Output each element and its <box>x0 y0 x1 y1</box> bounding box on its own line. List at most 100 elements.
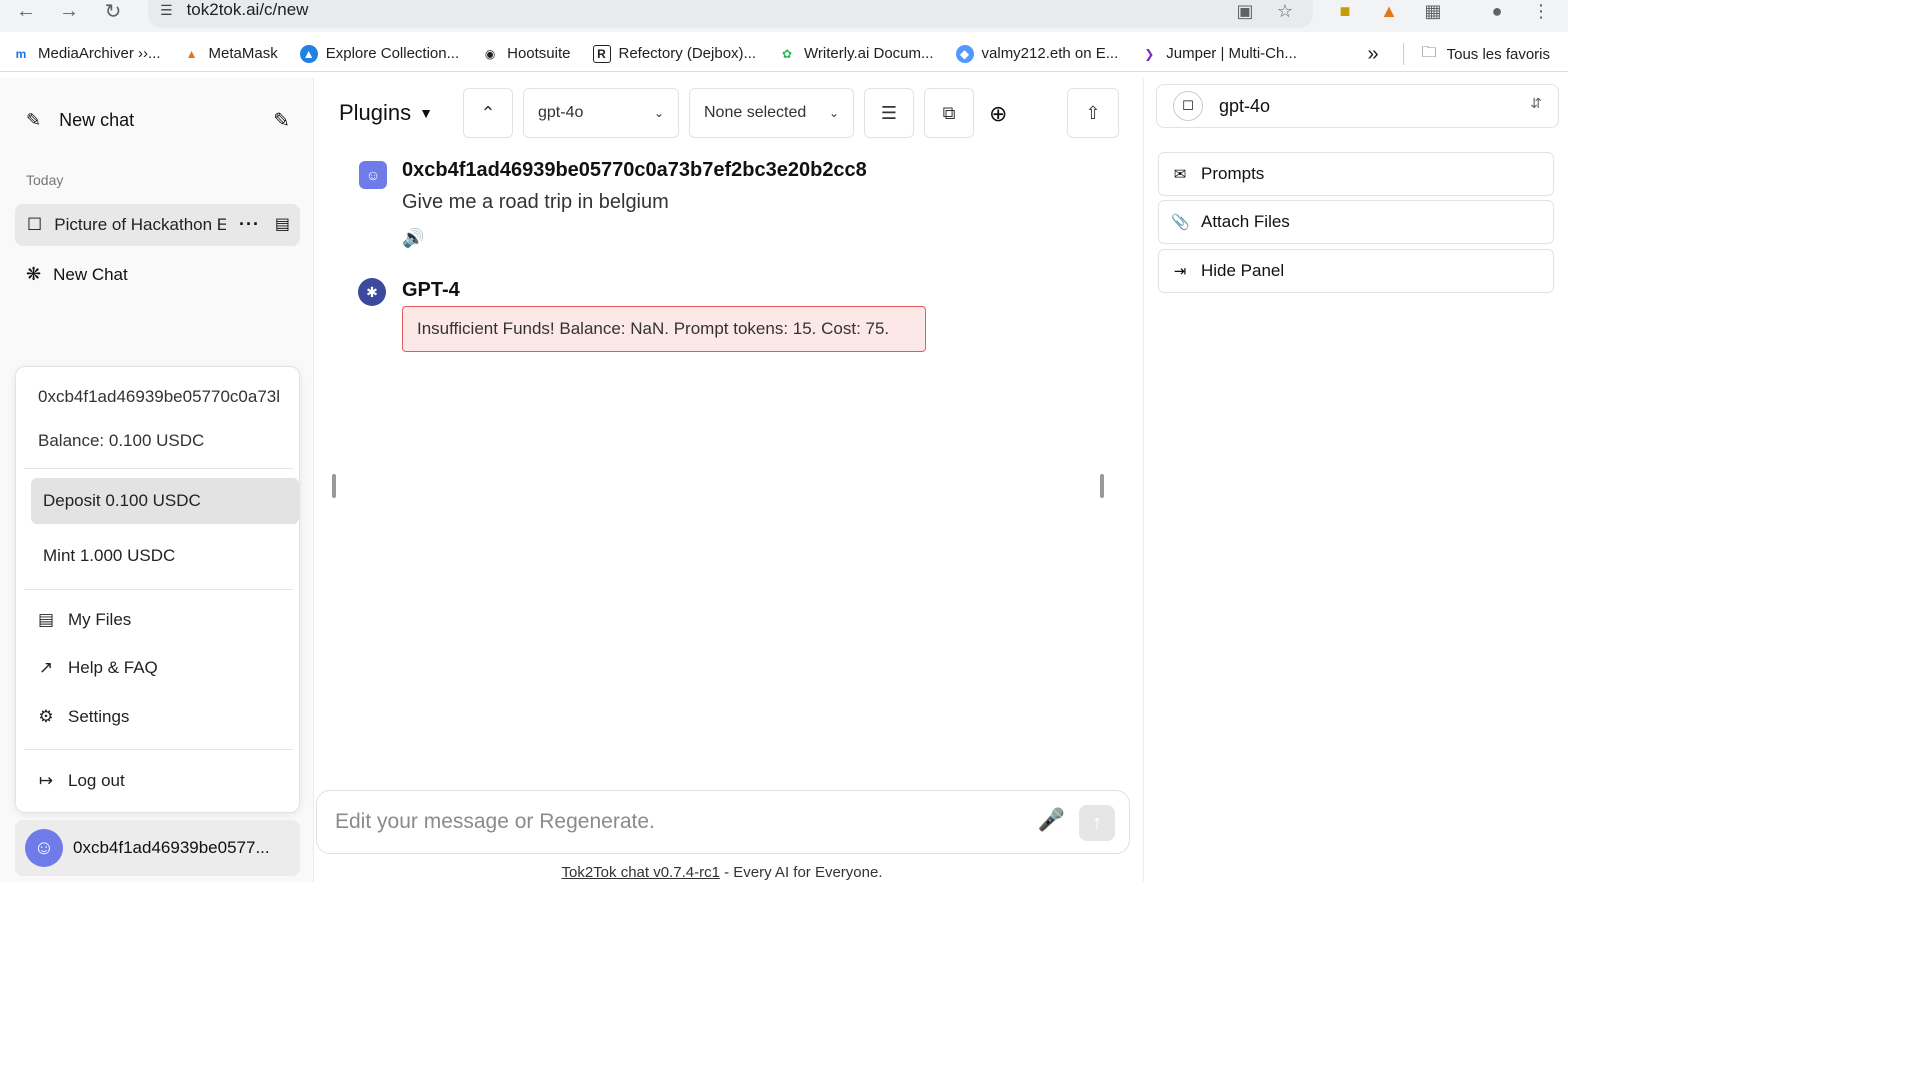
prompts-button[interactable]: ✉ Prompts <box>1158 152 1554 196</box>
bookmark-label: Hootsuite <box>507 45 571 62</box>
more-options-icon[interactable]: ··· <box>239 214 260 235</box>
metamask-icon: ▲ <box>185 46 198 61</box>
writerly-icon: ✿ <box>782 46 793 61</box>
message-square-icon: ✉ <box>1173 166 1187 183</box>
mediaarchiver-icon: m <box>15 46 27 61</box>
extensions-puzzle-icon[interactable]: ▦ <box>1420 0 1446 22</box>
divider <box>24 468 293 469</box>
bookmarks-bar: m MediaArchiver ››... ▲ MetaMask ▲ Explore … <box>0 36 1568 72</box>
bookmark-item[interactable]: ▲ MetaMask <box>183 45 278 63</box>
chat-main: Plugins ▼ ⌃ gpt-4o ⌄ None selected ⌄ ☰ ⧉… <box>315 78 1143 882</box>
bookmark-label: MediaArchiver ››... <box>38 45 161 62</box>
deposit-button[interactable]: Deposit 0.100 USDC <box>31 478 299 524</box>
divider <box>1402 43 1404 65</box>
chevron-down-icon: ⌄ <box>653 106 664 120</box>
metamask-extension-icon[interactable]: ▲ <box>1376 0 1402 22</box>
model-name: gpt-4o <box>1219 95 1271 116</box>
settings-menu-item[interactable]: ⚙ Settings <box>24 694 292 740</box>
hootsuite-icon: ◉ <box>484 46 496 61</box>
bookmark-label: Refectory (Dejbox)... <box>618 45 757 62</box>
file-icon: ▤ <box>37 610 55 629</box>
error-text: Insufficient Funds! Balance: NaN. Prompt… <box>417 319 890 338</box>
edit-icon[interactable]: ✎ <box>273 108 290 133</box>
help-menu-item[interactable]: ↗ Help & FAQ <box>24 645 292 691</box>
chevron-up-icon: ⌃ <box>480 102 496 123</box>
model-select[interactable]: gpt-4o ⌄ <box>523 88 679 138</box>
bookmark-item[interactable]: ◆ valmy212.eth on E... <box>955 44 1119 63</box>
mint-label: Mint 1.000 USDC <box>43 546 176 565</box>
bookmark-item[interactable]: ❯ Jumper | Multi-Ch... <box>1140 45 1297 63</box>
extension-icon[interactable]: ■ <box>1332 0 1358 22</box>
bookmark-label: Explore Collection... <box>325 45 460 62</box>
message-author: GPT-4 <box>402 279 460 301</box>
account-menu: 0xcb4f1ad46939be05770c0a73l Balance: 0.1… <box>15 366 300 813</box>
more-bookmarks-icon[interactable]: » <box>1367 43 1378 66</box>
bookmark-item[interactable]: ▲ Explore Collection... <box>299 44 460 63</box>
attach-files-button[interactable]: 📎 Attach Files <box>1158 200 1554 244</box>
install-app-icon[interactable]: ▣ <box>1232 0 1258 22</box>
bookmark-label: valmy212.eth on E... <box>981 45 1119 62</box>
url-text: tok2tok.ai/c/new <box>186 0 309 19</box>
hide-panel-button[interactable]: ⇥ Hide Panel <box>1158 249 1554 293</box>
export-button[interactable]: ⇧ <box>1067 88 1119 138</box>
reload-icon[interactable]: ↻ <box>101 0 125 23</box>
sliders-icon: ☰ <box>880 102 898 123</box>
add-circle-icon[interactable]: ⊕ <box>989 101 1007 127</box>
collapse-button[interactable]: ⌃ <box>463 88 513 138</box>
microphone-icon[interactable]: 🎤 <box>1038 807 1065 833</box>
plugin-avatar-icon: ✱ <box>358 278 386 306</box>
user-account-button[interactable]: ☺ 0xcb4f1ad46939be0577... <box>15 820 300 876</box>
bookmark-label: Writerly.ai Docum... <box>804 45 934 62</box>
back-icon[interactable]: ← <box>14 0 38 22</box>
external-link-icon: ↗ <box>38 658 54 677</box>
logout-menu-item[interactable]: ↦ Log out <box>24 758 292 804</box>
menu-item-label: Settings <box>68 707 130 726</box>
plugins-dropdown[interactable]: Plugins ▼ <box>339 100 433 126</box>
presets-button[interactable]: ⧉ <box>924 88 974 138</box>
model-selector[interactable]: ☐ gpt-4o ⇵ <box>1156 84 1559 128</box>
plugins-select-value: None selected <box>704 104 807 121</box>
message-text: Give me a road trip in belgium <box>402 191 669 213</box>
settings-sliders-button[interactable]: ☰ <box>864 88 914 138</box>
deposit-label: Deposit 0.100 USDC <box>43 491 201 510</box>
bookmark-item[interactable]: ◉ Hootsuite <box>481 45 571 63</box>
right-panel: ☐ gpt-4o ⇵ ✉ Prompts 📎 Attach Files ⇥ Hi… <box>1143 78 1568 882</box>
share-icon: ⇧ <box>1085 102 1101 123</box>
user-address: 0xcb4f1ad46939be0577... <box>73 838 270 857</box>
bookmark-star-icon[interactable]: ☆ <box>1272 0 1298 22</box>
ens-icon: ◆ <box>955 44 974 63</box>
profile-avatar-icon[interactable]: ● <box>1484 0 1510 22</box>
footer-tagline: - Every AI for Everyone. <box>719 864 883 881</box>
browser-menu-icon[interactable]: ⋮ <box>1528 0 1554 22</box>
send-button[interactable]: ↑ <box>1079 805 1115 841</box>
openai-icon: ❋ <box>26 264 42 284</box>
my-files-menu-item[interactable]: ▤ My Files <box>24 597 292 643</box>
chevron-down-icon: ▼ <box>419 105 434 121</box>
message-input[interactable]: Edit your message or Regenerate. 🎤 ↑ <box>316 790 1130 854</box>
plugins-select[interactable]: None selected ⌄ <box>689 88 854 138</box>
chat-bubble-icon: ✎ <box>26 109 42 130</box>
speaker-icon[interactable]: 🔊 <box>402 228 424 249</box>
wallet-balance: Balance: 0.100 USDC <box>38 431 205 450</box>
resize-handle[interactable] <box>332 474 336 498</box>
mint-button[interactable]: Mint 1.000 USDC <box>31 533 299 579</box>
version-link[interactable]: Tok2Tok chat v0.7.4-rc1 <box>562 864 720 881</box>
archive-icon[interactable]: ▤ <box>275 214 290 234</box>
bookmark-item[interactable]: R Refectory (Dejbox)... <box>592 44 757 63</box>
browser-toolbar: ← → ↻ ☰ tok2tok.ai/c/new ▣ ☆ ■ ▲ ▦ ● ⋮ <box>0 0 1568 32</box>
chat-bubble-icon: ☐ <box>27 215 43 234</box>
divider <box>24 589 293 590</box>
new-chat-button[interactable]: ✎ New chat ✎ <box>14 94 300 146</box>
conversation-title: Picture of Hackathon E <box>54 215 227 234</box>
all-bookmarks-link[interactable]: Tous les favoris <box>1447 46 1550 63</box>
resize-handle[interactable] <box>1100 474 1104 498</box>
forward-icon[interactable]: → <box>57 0 81 22</box>
conversation-item[interactable]: ☐ Picture of Hackathon E ··· ▤ <box>15 204 300 246</box>
new-chat-label: New chat <box>59 109 135 130</box>
arrow-right-to-line-icon: ⇥ <box>1173 263 1187 280</box>
bookmark-item[interactable]: m MediaArchiver ››... <box>12 45 161 63</box>
address-bar[interactable]: ☰ tok2tok.ai/c/new <box>148 0 1313 28</box>
bookmark-item[interactable]: ✿ Writerly.ai Docum... <box>778 45 934 63</box>
site-settings-icon[interactable]: ☰ <box>160 2 173 19</box>
conversation-item[interactable]: ❋ New Chat <box>26 264 128 285</box>
